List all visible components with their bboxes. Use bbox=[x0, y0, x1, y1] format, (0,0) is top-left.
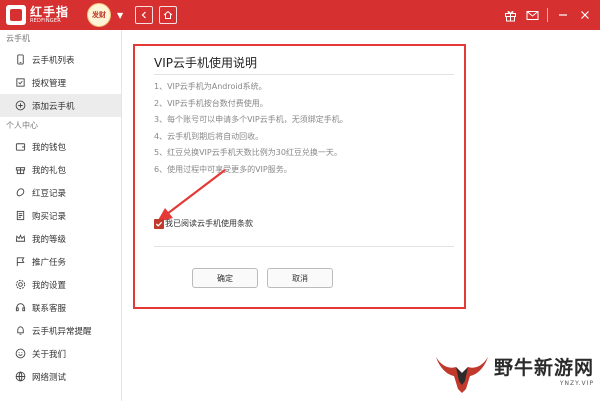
watermark-text: 野牛新游网 bbox=[493, 357, 594, 379]
sidebar-item-promotion[interactable]: 推广任务 bbox=[0, 250, 121, 273]
sidebar-item-label: 添加云手机 bbox=[32, 101, 75, 112]
checkmark-icon bbox=[155, 221, 163, 227]
minimize-icon bbox=[559, 14, 567, 16]
bull-logo-icon bbox=[435, 357, 488, 393]
sidebar-item-label: 我的等级 bbox=[32, 234, 67, 245]
main-content: VIP云手机使用说明 1、VIP云手机为Android系统。 2、VIP云手机按… bbox=[123, 30, 600, 401]
sidebar: 云手机 云手机列表 授权管理 添加云手机 个人中心 我的钱包 我的礼包 红豆记录… bbox=[0, 30, 122, 401]
sidebar-item-label: 云手机列表 bbox=[32, 55, 75, 66]
sidebar-item-label: 我的钱包 bbox=[32, 142, 67, 153]
avatar[interactable]: 发财 bbox=[87, 3, 111, 27]
key-icon bbox=[14, 77, 26, 89]
sidebar-item-wallet[interactable]: 我的钱包 bbox=[0, 135, 121, 158]
agree-terms-label: 我已阅读云手机使用条款 bbox=[165, 219, 253, 228]
sidebar-item-label: 我的礼包 bbox=[32, 165, 67, 176]
divider bbox=[154, 74, 454, 75]
sidebar-item-phone-list[interactable]: 云手机列表 bbox=[0, 48, 121, 71]
sidebar-item-customer-service[interactable]: 联系客服 bbox=[0, 296, 121, 319]
phone-icon bbox=[14, 54, 26, 66]
logo-icon bbox=[6, 5, 26, 25]
bean-icon bbox=[14, 187, 26, 199]
logo-text: 红手指 bbox=[30, 5, 70, 19]
dialog-title: VIP云手机使用说明 bbox=[154, 56, 257, 70]
flag-icon bbox=[14, 256, 26, 268]
gift-button[interactable] bbox=[499, 0, 521, 30]
sidebar-item-network-test[interactable]: 网络测试 bbox=[0, 365, 121, 388]
sidebar-item-label: 关于我们 bbox=[32, 349, 67, 360]
sidebar-item-phone-alert[interactable]: 云手机异常提醒 bbox=[0, 319, 121, 342]
bell-icon bbox=[14, 325, 26, 337]
cancel-button[interactable]: 取消 bbox=[267, 268, 333, 288]
smile-icon bbox=[14, 348, 26, 360]
rule-item: 4、云手机到期后将自动回收。 bbox=[154, 131, 264, 141]
sidebar-item-label: 网络测试 bbox=[32, 372, 67, 383]
confirm-button[interactable]: 确定 bbox=[192, 268, 258, 288]
rule-item: 2、VIP云手机按台数付费使用。 bbox=[154, 98, 268, 108]
receipt-icon bbox=[14, 210, 26, 222]
home-icon bbox=[163, 10, 173, 19]
sidebar-item-label: 红豆记录 bbox=[32, 188, 67, 199]
sidebar-item-label: 授权管理 bbox=[32, 78, 67, 89]
sidebar-item-label: 我的设置 bbox=[32, 280, 67, 291]
toolbar-divider bbox=[547, 8, 548, 22]
close-icon bbox=[581, 11, 589, 19]
title-bar: 红手指 REDFINGER 发财 ▼ bbox=[0, 0, 600, 30]
section-title-personal-center: 个人中心 bbox=[6, 121, 38, 130]
sidebar-item-red-bean[interactable]: 红豆记录 bbox=[0, 181, 121, 204]
section-title-cloud-phone: 云手机 bbox=[6, 34, 30, 43]
avatar-text: 发财 bbox=[92, 11, 106, 19]
plus-circle-icon bbox=[14, 100, 26, 112]
sidebar-item-add-phone[interactable]: 添加云手机 bbox=[0, 94, 121, 117]
home-button[interactable] bbox=[159, 6, 178, 24]
watermark-subtext: YNZY.VIP bbox=[559, 380, 594, 387]
gear-icon bbox=[14, 279, 26, 291]
headset-icon bbox=[14, 302, 26, 314]
close-button[interactable] bbox=[574, 0, 596, 30]
agree-checkbox[interactable] bbox=[154, 218, 164, 229]
app-logo: 红手指 REDFINGER bbox=[6, 5, 84, 25]
divider bbox=[154, 246, 454, 247]
mail-button[interactable] bbox=[521, 0, 543, 30]
mail-icon bbox=[526, 10, 538, 20]
rule-item: 3、每个账号可以申请多个VIP云手机，无须绑定手机。 bbox=[154, 115, 348, 124]
sidebar-item-label: 推广任务 bbox=[32, 257, 67, 268]
sidebar-item-level[interactable]: 我的等级 bbox=[0, 227, 121, 250]
chevron-left-icon bbox=[141, 11, 147, 19]
minimize-button[interactable] bbox=[552, 0, 574, 30]
agree-terms-row[interactable]: 我已阅读云手机使用条款 bbox=[154, 218, 253, 229]
network-icon bbox=[14, 371, 26, 383]
sidebar-item-purchase-record[interactable]: 购买记录 bbox=[0, 204, 121, 227]
logo-subtext: REDFINGER bbox=[30, 18, 61, 24]
crown-icon bbox=[14, 233, 26, 245]
sidebar-item-about[interactable]: 关于我们 bbox=[0, 342, 121, 365]
rule-item: 5、红豆兑换VIP云手机天数比例为30红豆兑换一天。 bbox=[154, 148, 342, 157]
sidebar-item-label: 购买记录 bbox=[32, 211, 67, 222]
sidebar-item-label: 联系客服 bbox=[32, 303, 67, 314]
rule-item: 1、VIP云手机为Android系统。 bbox=[154, 82, 267, 91]
wallet-icon bbox=[14, 141, 26, 153]
back-button[interactable] bbox=[135, 6, 154, 24]
highlight-frame: VIP云手机使用说明 1、VIP云手机为Android系统。 2、VIP云手机按… bbox=[133, 44, 466, 309]
caret-down-icon[interactable]: ▼ bbox=[117, 11, 123, 20]
gift-icon bbox=[504, 10, 516, 21]
rules-list: 1、VIP云手机为Android系统。 2、VIP云手机按台数付费使用。 3、每… bbox=[154, 79, 348, 178]
sidebar-item-label: 云手机异常提醒 bbox=[32, 326, 92, 337]
sidebar-item-settings[interactable]: 我的设置 bbox=[0, 273, 121, 296]
sidebar-item-authorization[interactable]: 授权管理 bbox=[0, 71, 121, 94]
watermark-logo: 野牛新游网 YNZY.VIP bbox=[432, 351, 594, 395]
sidebar-item-gift[interactable]: 我的礼包 bbox=[0, 158, 121, 181]
gift-icon bbox=[14, 164, 26, 176]
